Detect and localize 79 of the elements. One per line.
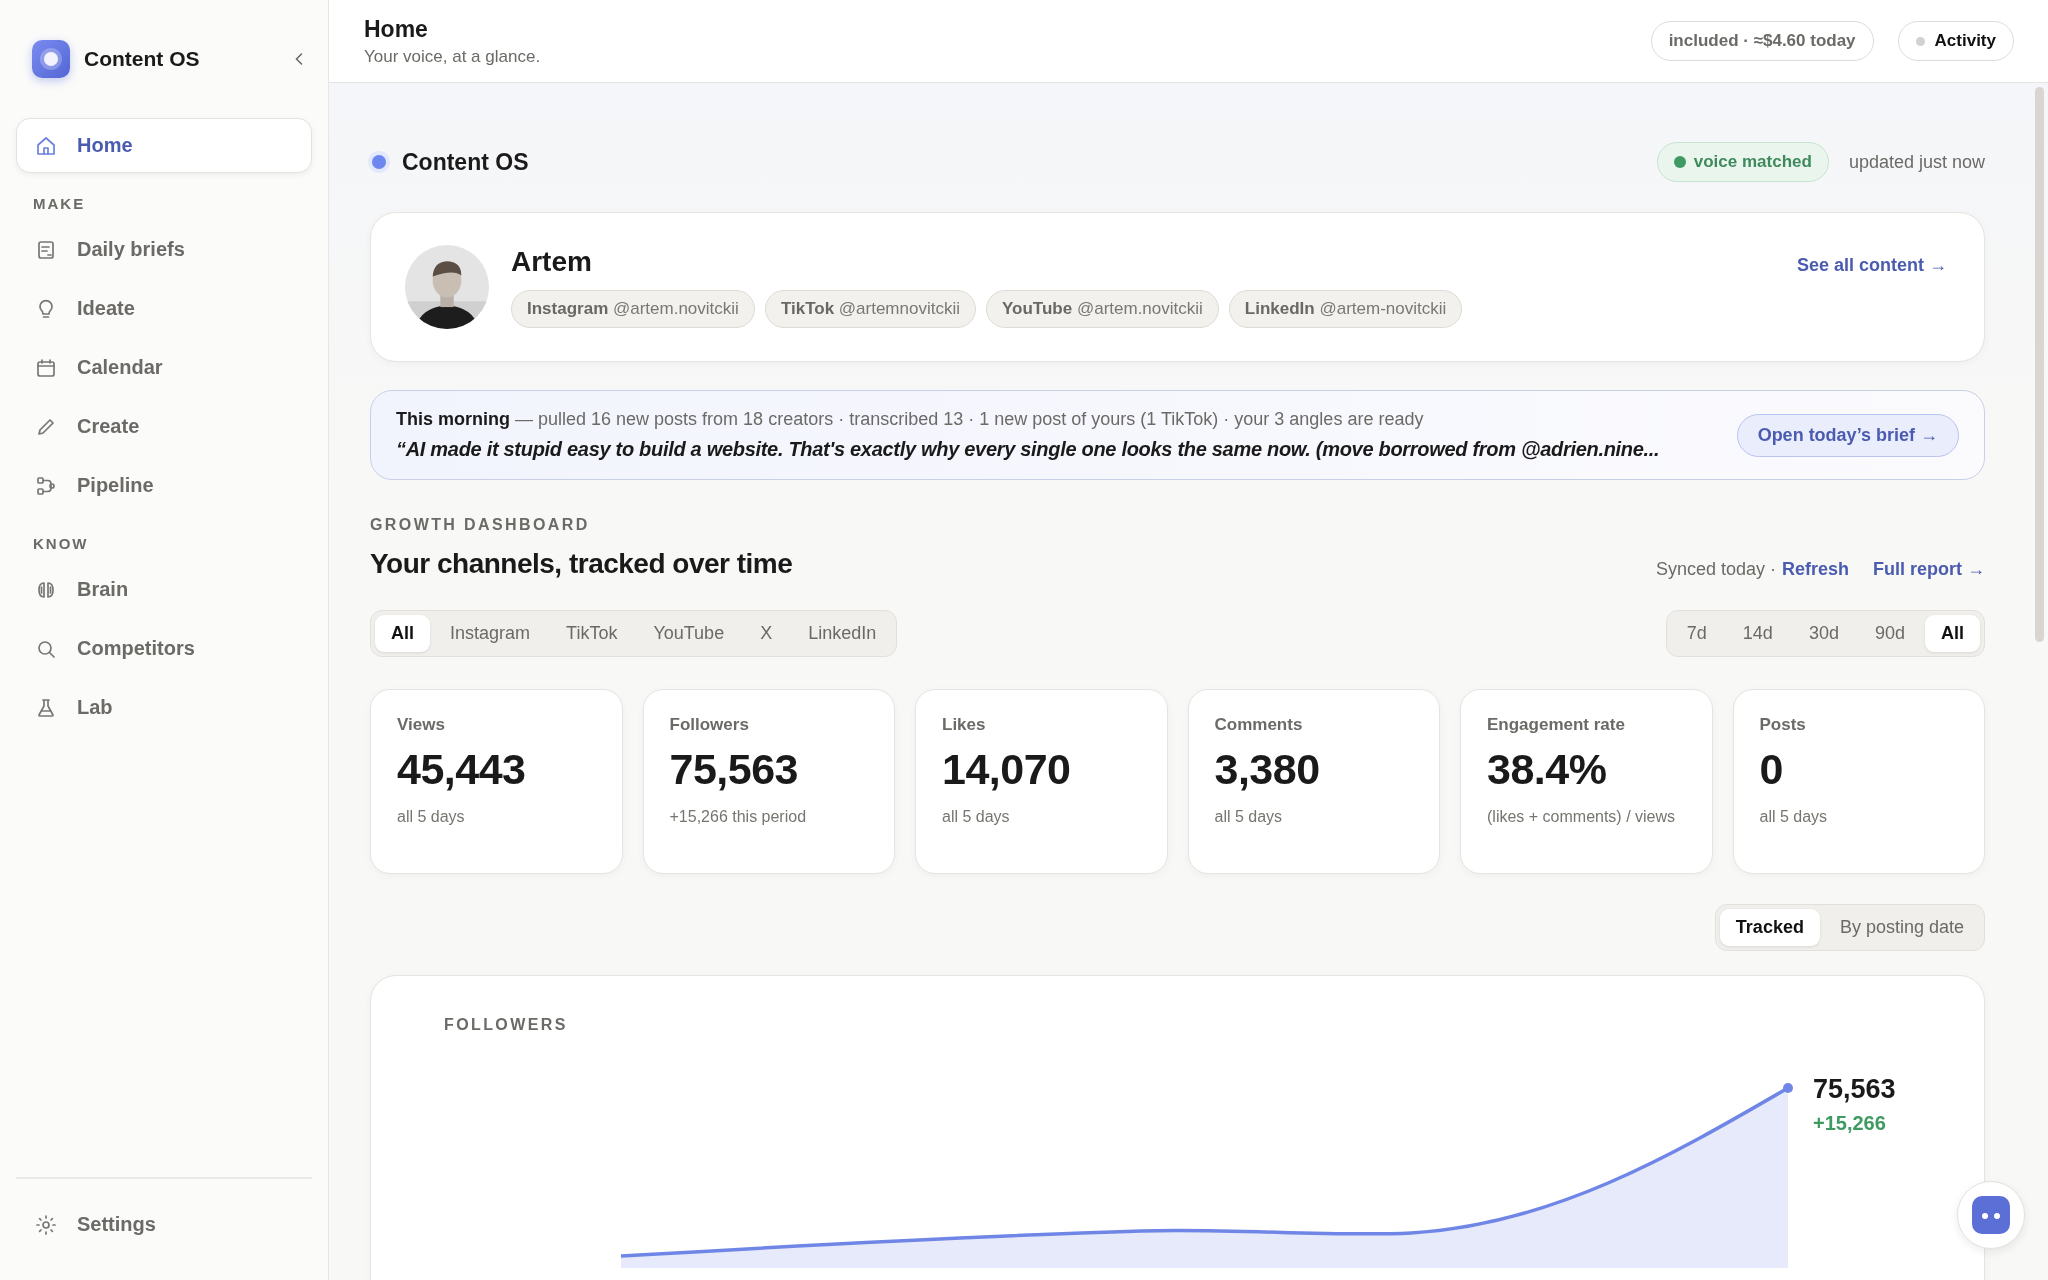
refresh-link[interactable]: Refresh (1781, 559, 1849, 580)
stat-note: all 5 days (1214, 807, 1284, 827)
channel-tab[interactable]: Instagram (434, 615, 547, 652)
nav-item[interactable]: Ideate (16, 281, 312, 336)
stat-value: 0 (1759, 745, 1784, 794)
channel-tab[interactable]: X (744, 615, 789, 652)
nav-item[interactable]: Settings (16, 1197, 312, 1252)
stat-value: 14,070 (942, 745, 1072, 794)
nav-item[interactable]: Lab (16, 680, 312, 735)
bot-icon (1971, 1195, 2011, 1235)
sync-status: Synced today · (1655, 559, 1776, 580)
nav-item[interactable]: Pipeline (16, 458, 312, 513)
flask-icon (35, 696, 57, 719)
channel-tab[interactable]: TikTok (550, 615, 634, 652)
brief-summary: This morning — pulled 16 new posts from 18 creators · transcribed 13 · 1 new post of yours (1 TikTok) · your 3 angles are ready (396, 409, 1425, 430)
nav-section-heading: MAKE (32, 194, 87, 214)
calendar-icon (35, 356, 57, 379)
page-subtitle: Your voice, at a glance. (364, 46, 541, 67)
stat-value: 3,380 (1214, 745, 1321, 794)
range-tab[interactable]: 30d (1792, 615, 1855, 652)
nav-item[interactable]: Competitors (16, 621, 312, 676)
usage-badge: included · ≈$4.60 today (1650, 21, 1874, 61)
section-eyebrow: GROWTH DASHBOARD (370, 516, 591, 534)
collapse-icon[interactable] (294, 52, 304, 66)
settings-icon (35, 1213, 57, 1236)
brief-quote: “AI made it stupid easy to build a website. That's exactly why every single one looks the same now. (move borrowed from @adrien.nine... (396, 438, 1661, 461)
stat-value: 38.4% (1487, 745, 1608, 794)
social-handle-chip[interactable]: Instagram @artem.novitckii (511, 290, 755, 328)
social-handle-chip[interactable]: YouTube @artem.novitckii (986, 290, 1219, 328)
stat-note: (likes + comments) / views (1487, 807, 1677, 827)
nav-item[interactable]: Calendar (16, 340, 312, 395)
home-icon (35, 134, 57, 157)
stat-note: +15,266 this period (669, 807, 808, 827)
stat-note: all 5 days (942, 807, 1011, 827)
open-brief-button[interactable]: Open today’s brief → (1736, 413, 1959, 457)
range-tab[interactable]: All (1925, 615, 1980, 652)
activity-button[interactable]: Activity (1897, 21, 2014, 61)
stat-label: Likes (942, 715, 987, 735)
scrollbar[interactable] (2035, 87, 2044, 642)
mode-tab[interactable]: Tracked (1719, 909, 1820, 946)
stat-value: 75,563 (669, 745, 800, 794)
channel-tab[interactable]: LinkedIn (792, 615, 893, 652)
logo-icon (32, 40, 70, 78)
nav-item[interactable]: Home (16, 118, 312, 173)
range-tab[interactable]: 14d (1726, 615, 1789, 652)
range-tab[interactable]: 90d (1858, 615, 1921, 652)
channel-tab[interactable]: YouTube (637, 615, 741, 652)
status-dot-icon (372, 155, 386, 169)
profile-name: Artem (511, 246, 593, 278)
app-name: Content OS (84, 47, 201, 71)
see-all-content-link[interactable]: See all content → (1796, 255, 1947, 276)
stat-label: Comments (1214, 715, 1304, 735)
stat-value: 45,443 (397, 745, 527, 794)
social-handle-chip[interactable]: TikTok @artemnovitckii (764, 290, 976, 328)
stat-note: all 5 days (397, 807, 466, 827)
social-handle-chip[interactable]: LinkedIn @artem-novitckii (1228, 290, 1463, 328)
stat-label: Engagement rate (1487, 715, 1626, 735)
nav-item[interactable]: Create (16, 399, 312, 454)
channel-tab[interactable]: All (375, 615, 430, 652)
full-report-link[interactable]: Full report → (1873, 559, 1985, 580)
page-title: Home (364, 15, 429, 43)
nav-item[interactable]: Daily briefs (16, 222, 312, 277)
stat-label: Posts (1759, 715, 1807, 735)
voice-matched-badge: voice matched (1656, 142, 1829, 182)
chart-title: FOLLOWERS (443, 1015, 569, 1035)
dashboard-title: Your channels, tracked over time (370, 548, 793, 580)
stat-label: Followers (669, 715, 750, 735)
flow-icon (35, 474, 57, 497)
nav-section-heading: KNOW (32, 534, 90, 554)
range-tab[interactable]: 7d (1670, 615, 1723, 652)
stat-label: Views (397, 715, 446, 735)
mode-tab[interactable]: By posting date (1823, 909, 1980, 946)
chart-value: 75,563 (1813, 1074, 1896, 1104)
nav-item[interactable]: Brain (16, 562, 312, 617)
stat-note: all 5 days (1759, 807, 1829, 827)
updated-label: updated just now (1848, 151, 1985, 173)
chart-delta: +15,266 (1813, 1112, 1886, 1134)
section-title: Content OS (402, 148, 529, 176)
document-icon (35, 238, 57, 261)
